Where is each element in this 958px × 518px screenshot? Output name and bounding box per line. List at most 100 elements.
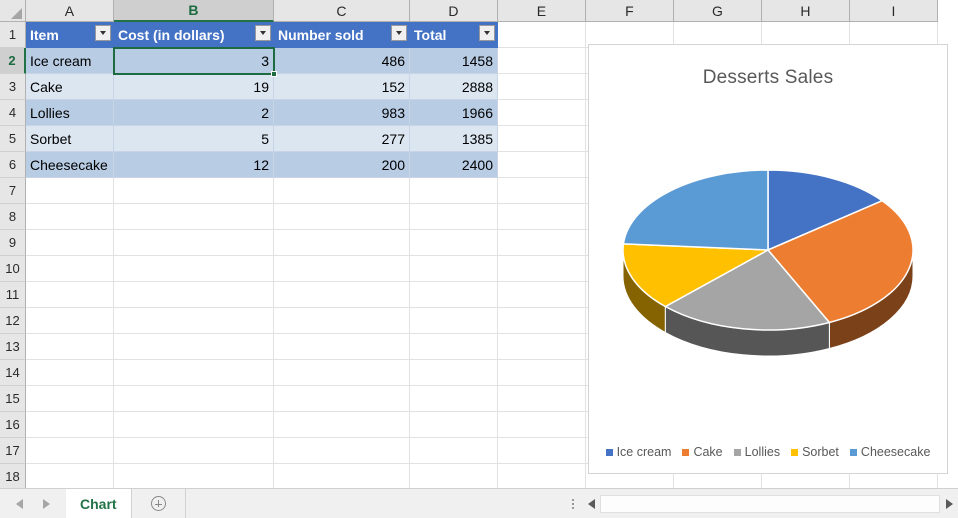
empty-cell-c17[interactable] xyxy=(274,438,410,464)
horizontal-scrollbar[interactable] xyxy=(582,494,958,513)
legend-item-lollies[interactable]: Lollies xyxy=(733,445,780,459)
table-header-cell-a[interactable]: Item xyxy=(26,22,114,48)
empty-cell-e4[interactable] xyxy=(498,100,586,126)
column-header-h[interactable]: H xyxy=(762,0,850,22)
filter-dropdown-icon-d[interactable] xyxy=(479,25,495,41)
empty-cell-c8[interactable] xyxy=(274,204,410,230)
table-cell-d3[interactable]: 2888 xyxy=(410,74,498,100)
sheet-nav-arrows[interactable] xyxy=(0,498,66,509)
column-header-a[interactable]: A xyxy=(26,0,114,22)
table-cell-b5[interactable]: 5 xyxy=(114,126,274,152)
column-header-f[interactable]: F xyxy=(586,0,674,22)
table-cell-c6[interactable]: 200 xyxy=(274,152,410,178)
table-cell-c3[interactable]: 152 xyxy=(274,74,410,100)
table-cell-d4[interactable]: 1966 xyxy=(410,100,498,126)
legend-item-sorbet[interactable]: Sorbet xyxy=(791,445,839,459)
empty-cell-e17[interactable] xyxy=(498,438,586,464)
empty-cell-e3[interactable] xyxy=(498,74,586,100)
empty-cell-d12[interactable] xyxy=(410,308,498,334)
table-cell-a3[interactable]: Cake xyxy=(26,74,114,100)
column-header-i[interactable]: I xyxy=(850,0,938,22)
table-header-cell-b[interactable]: Cost (in dollars) xyxy=(114,22,274,48)
scroll-track[interactable] xyxy=(600,494,940,513)
empty-cell-d14[interactable] xyxy=(410,360,498,386)
empty-cell-a17[interactable] xyxy=(26,438,114,464)
table-cell-c5[interactable]: 277 xyxy=(274,126,410,152)
empty-cell-e6[interactable] xyxy=(498,152,586,178)
table-cell-b6[interactable]: 12 xyxy=(114,152,274,178)
column-header-d[interactable]: D xyxy=(410,0,498,22)
row-header-7[interactable]: 7 xyxy=(0,178,26,204)
fill-handle[interactable] xyxy=(271,71,277,77)
empty-cell-d10[interactable] xyxy=(410,256,498,282)
row-header-18[interactable]: 18 xyxy=(0,464,26,490)
empty-cell-e13[interactable] xyxy=(498,334,586,360)
empty-cell-d16[interactable] xyxy=(410,412,498,438)
legend-item-cheesecake[interactable]: Cheesecake xyxy=(849,445,930,459)
triangle-left-icon[interactable] xyxy=(16,498,23,509)
column-header-b[interactable]: B xyxy=(114,0,274,22)
table-cell-a4[interactable]: Lollies xyxy=(26,100,114,126)
row-header-4[interactable]: 4 xyxy=(0,100,26,126)
empty-cell-c7[interactable] xyxy=(274,178,410,204)
empty-cell-c12[interactable] xyxy=(274,308,410,334)
scroll-left-button[interactable] xyxy=(582,494,600,513)
empty-cell-e12[interactable] xyxy=(498,308,586,334)
empty-cell-c10[interactable] xyxy=(274,256,410,282)
scroll-right-button[interactable] xyxy=(940,494,958,513)
empty-cell-a18[interactable] xyxy=(26,464,114,490)
empty-cell-b12[interactable] xyxy=(114,308,274,334)
filter-dropdown-icon-c[interactable] xyxy=(391,25,407,41)
empty-cell-a13[interactable] xyxy=(26,334,114,360)
empty-cell-a14[interactable] xyxy=(26,360,114,386)
empty-cell-d11[interactable] xyxy=(410,282,498,308)
empty-cell-e8[interactable] xyxy=(498,204,586,230)
empty-cell-c18[interactable] xyxy=(274,464,410,490)
row-header-13[interactable]: 13 xyxy=(0,334,26,360)
table-cell-a6[interactable]: Cheesecake xyxy=(26,152,114,178)
empty-cell-e15[interactable] xyxy=(498,386,586,412)
row-header-16[interactable]: 16 xyxy=(0,412,26,438)
empty-cell-a9[interactable] xyxy=(26,230,114,256)
scroll-thumb[interactable] xyxy=(600,494,940,513)
empty-cell-e9[interactable] xyxy=(498,230,586,256)
empty-cell-d9[interactable] xyxy=(410,230,498,256)
legend-item-cake[interactable]: Cake xyxy=(682,445,723,459)
tab-split-grip[interactable] xyxy=(572,498,582,509)
row-header-3[interactable]: 3 xyxy=(0,74,26,100)
row-header-9[interactable]: 9 xyxy=(0,230,26,256)
filter-dropdown-icon-b[interactable] xyxy=(255,25,271,41)
empty-cell-b9[interactable] xyxy=(114,230,274,256)
table-cell-d2[interactable]: 1458 xyxy=(410,48,498,74)
sheet-tab-chart[interactable]: Chart xyxy=(66,488,132,518)
empty-cell-d13[interactable] xyxy=(410,334,498,360)
row-header-5[interactable]: 5 xyxy=(0,126,26,152)
select-all-corner[interactable] xyxy=(0,0,26,22)
empty-cell-a7[interactable] xyxy=(26,178,114,204)
column-header-c[interactable]: C xyxy=(274,0,410,22)
empty-cell-a15[interactable] xyxy=(26,386,114,412)
table-cell-a2[interactable]: Ice cream xyxy=(26,48,114,74)
row-header-10[interactable]: 10 xyxy=(0,256,26,282)
empty-cell-a16[interactable] xyxy=(26,412,114,438)
empty-cell-e5[interactable] xyxy=(498,126,586,152)
empty-cell-c11[interactable] xyxy=(274,282,410,308)
empty-cell-d7[interactable] xyxy=(410,178,498,204)
column-header-g[interactable]: G xyxy=(674,0,762,22)
row-header-2[interactable]: 2 xyxy=(0,48,26,74)
row-header-1[interactable]: 1 xyxy=(0,22,26,48)
triangle-right-icon[interactable] xyxy=(43,498,50,509)
empty-cell-c13[interactable] xyxy=(274,334,410,360)
table-header-cell-d[interactable]: Total xyxy=(410,22,498,48)
empty-cell-d18[interactable] xyxy=(410,464,498,490)
empty-cell-c14[interactable] xyxy=(274,360,410,386)
table-cell-b4[interactable]: 2 xyxy=(114,100,274,126)
row-header-12[interactable]: 12 xyxy=(0,308,26,334)
table-cell-c2[interactable]: 486 xyxy=(274,48,410,74)
empty-cell-c9[interactable] xyxy=(274,230,410,256)
empty-cell-a10[interactable] xyxy=(26,256,114,282)
empty-cell-a12[interactable] xyxy=(26,308,114,334)
empty-cell-e18[interactable] xyxy=(498,464,586,490)
pie-slice-cheesecake[interactable] xyxy=(622,169,769,251)
empty-cell-c15[interactable] xyxy=(274,386,410,412)
